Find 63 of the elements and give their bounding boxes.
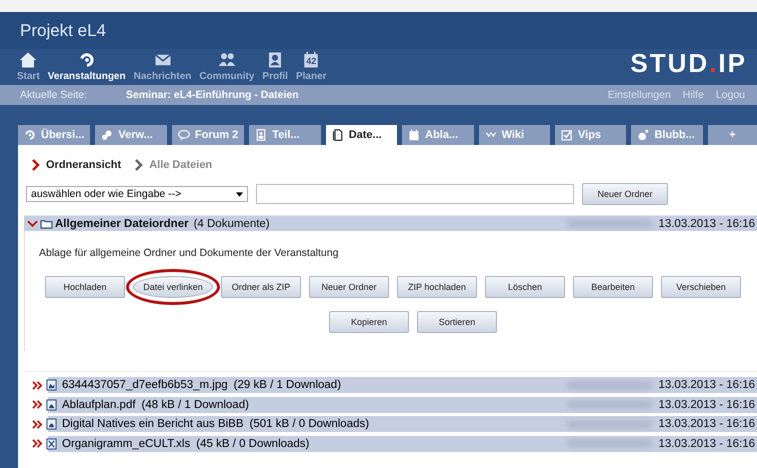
nav-item[interactable]: Veranstaltungen (44, 51, 129, 82)
chevron-icon (32, 400, 43, 409)
chevron-icon (32, 420, 43, 428)
folder-action-button[interactable]: Hochladen (45, 276, 125, 298)
new-folder-button[interactable]: Neuer Ordner (582, 183, 668, 205)
logo: STUD.IP (630, 48, 748, 79)
nav-item[interactable]: Nachrichten (130, 51, 194, 82)
nav-item[interactable]: Profil (259, 51, 291, 82)
file-info: (29 kB / 1 Download) (234, 379, 342, 391)
file-name: Organigramm_eCULT.xls (62, 438, 192, 450)
image-file-icon (46, 379, 57, 391)
subnav-link[interactable]: Alle Dateien (135, 153, 212, 177)
document-count: (4 Dokumente) (194, 218, 270, 230)
file-date: 13.03.2013 - 16:16 (658, 418, 756, 430)
folder-action-button[interactable]: Sortieren (417, 311, 497, 333)
people-icon (216, 51, 237, 69)
caret-icon (236, 192, 243, 196)
pdf-file-icon (46, 398, 57, 410)
file-name: 6344437057_d7eefb6b53_m.jpg (62, 379, 229, 391)
file-icon (332, 129, 344, 141)
file-date: 13.03.2013 - 16:16 (658, 379, 756, 391)
folder-header[interactable]: Allgemeiner Dateiordner (4 Dokumente) 13.03.2013 - 16:16 (24, 215, 757, 231)
check-icon (561, 129, 573, 141)
file-info: (45 kB / 0 Downloads) (196, 438, 310, 450)
folder-action-button[interactable]: ZIP hochladen (397, 276, 477, 298)
file-name: Ablaufplan.pdf (62, 398, 137, 410)
person-icon (255, 129, 268, 141)
folder-action-button[interactable]: Löschen (485, 276, 565, 298)
sheet-file-icon (46, 438, 57, 450)
calendar-date: 42 (306, 56, 316, 66)
chevron-icon (135, 159, 144, 171)
folder-action-button[interactable]: Verschieben (661, 276, 741, 298)
bubble-icon (178, 129, 190, 141)
chevron-icon (32, 439, 43, 448)
pdf-file-icon (46, 418, 57, 430)
home-icon (18, 51, 38, 69)
breadcrumb-label: Aktuelle Seite: (20, 89, 88, 101)
folder-select[interactable]: auswählen oder wie Eingabe --> (26, 186, 248, 202)
folder-description: Ablage für allgemeine Ordner und Dokumente der Veranstaltung (39, 247, 340, 259)
file-info: (48 kB / 1 Download) (142, 398, 250, 410)
nav-item[interactable]: Start (14, 51, 43, 82)
folder-date: 13.03.2013 - 16:16 (658, 218, 756, 230)
chevron-icon (32, 380, 43, 390)
nav-item[interactable]: 42 Planer (292, 51, 330, 82)
folder-action-button[interactable]: Bearbeiten (573, 276, 653, 298)
subnav-link[interactable]: Ordneransicht (32, 153, 122, 177)
folder-name-field[interactable] (256, 184, 574, 204)
site-title: Projekt eL4 (19, 20, 107, 42)
folder-action-button[interactable]: Ordner als ZIP (221, 276, 301, 298)
folder-action-button[interactable]: Kopieren (329, 311, 409, 333)
calendar-icon (408, 129, 420, 141)
folder-icon (40, 218, 53, 228)
folder-name: Allgemeiner Dateiordner (55, 218, 189, 230)
tab[interactable]: Date... (326, 125, 398, 145)
folder-action-button[interactable]: Neuer Ordner (309, 276, 389, 298)
nav-item[interactable]: Community (196, 51, 258, 82)
breadcrumb-current: Seminar: eL4-Einführung - Dateien (125, 89, 299, 101)
file-name: Digital Natives ein Bericht aus BiBB (62, 418, 245, 430)
file-date: 13.03.2013 - 16:16 (658, 438, 756, 450)
file-info: (501 kB / 0 Downloads) (250, 418, 370, 430)
chevron-icon (32, 159, 40, 171)
chevron-icon (27, 220, 38, 228)
file-date: 13.03.2013 - 16:16 (658, 398, 756, 410)
